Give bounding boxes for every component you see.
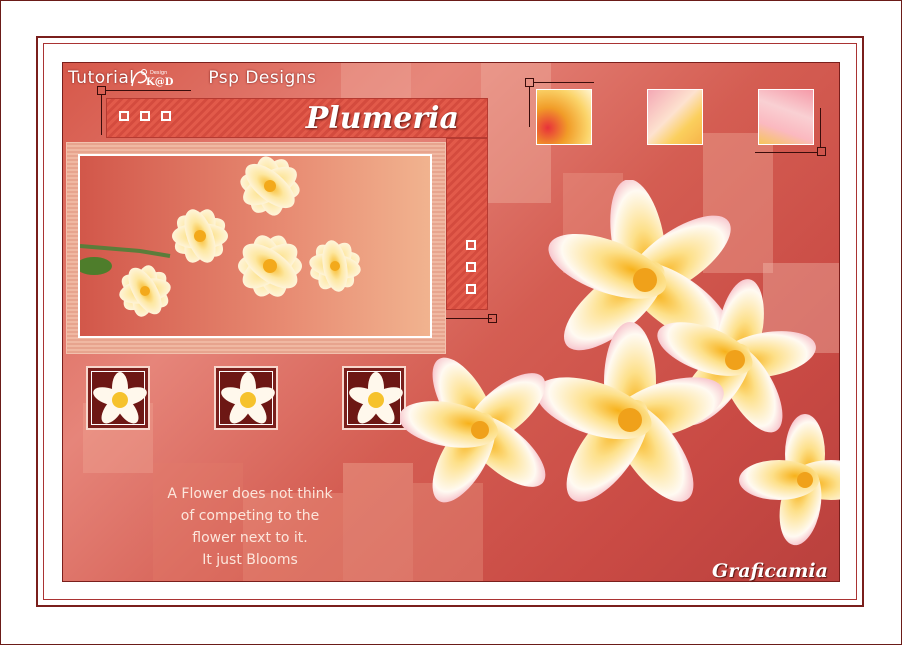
thumbnail-macro-1 <box>536 89 592 145</box>
thumbnail-macro-3 <box>758 89 814 145</box>
quote-text: A Flower does not think of competing to … <box>150 483 350 571</box>
square-icon <box>140 111 150 121</box>
quote-line-1: A Flower does not think <box>167 486 333 502</box>
kad-logo-icon: Design K@D <box>131 69 174 88</box>
artist-signature: Graficamia <box>712 560 828 582</box>
corner-marker <box>817 147 826 156</box>
flower-tile-inner <box>347 371 403 425</box>
flower-tile-1 <box>86 366 150 430</box>
guide-line <box>101 95 102 135</box>
plumeria-photo <box>78 154 432 338</box>
large-plumeria-icon <box>400 180 840 546</box>
guide-line <box>529 87 530 127</box>
corner-marker <box>97 86 106 95</box>
plumeria-icon <box>221 372 275 424</box>
tutorial-title: Tutorial Psp Designs <box>68 68 316 88</box>
guide-line <box>106 90 191 91</box>
thumbnail-macro-2 <box>647 89 703 145</box>
corner-marker <box>525 78 534 87</box>
guide-line <box>534 82 594 83</box>
title-banner: Plumeria <box>106 98 488 138</box>
brand-label: Psp Designs <box>208 68 317 88</box>
quote-line-3: flower next to it. <box>192 530 308 546</box>
tutorial-label: Tutorial <box>68 68 135 88</box>
plumeria-cluster-icon <box>80 156 361 317</box>
square-icon <box>161 111 171 121</box>
quote-line-2: of competing to the <box>180 508 320 524</box>
plumeria-icon <box>93 372 147 424</box>
quote-line-4: It just Blooms <box>202 552 298 568</box>
banner-title: Plumeria <box>305 101 459 136</box>
flower-tile-2 <box>214 366 278 430</box>
flower-tile-inner <box>91 371 147 425</box>
square-icon <box>119 111 129 121</box>
flower-tile-inner <box>219 371 275 425</box>
guide-line <box>755 152 817 153</box>
plumeria-icon <box>349 372 403 424</box>
guide-line <box>820 108 821 148</box>
logo-small-text: Design <box>150 70 167 76</box>
flower-tile-3 <box>342 366 406 430</box>
logo-main-text: K@D <box>146 77 174 88</box>
